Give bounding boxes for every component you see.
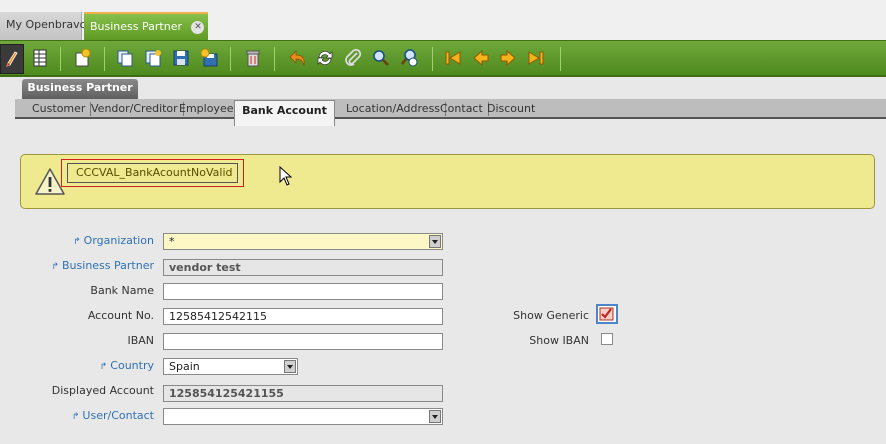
close-icon[interactable]: ✕ [191,20,205,34]
new-record-icon[interactable] [70,46,94,70]
bank-name-label: Bank Name [90,284,154,297]
tab-location-address[interactable]: Location/Address [341,102,447,116]
chevron-down-icon[interactable] [429,235,441,248]
chevron-down-icon[interactable] [284,360,296,373]
country-select[interactable]: Spain [163,358,298,375]
tab-vendor-creditor[interactable]: Vendor/Creditor [86,102,184,116]
toolbar-separator [60,47,61,71]
copy-icon[interactable] [113,46,137,70]
user-contact-select[interactable] [163,408,443,425]
show-generic-label: Show Generic [513,309,589,322]
attachment-icon[interactable] [341,46,365,70]
user-contact-label[interactable]: User/Contact [40,408,154,424]
window-title: Business Partner [22,79,138,99]
tab-label: My Openbravo [6,18,87,31]
last-record-icon[interactable] [524,46,548,70]
iban-field[interactable] [163,333,443,350]
displayed-account-field: 125854125421155 [163,385,443,402]
next-record-icon[interactable] [496,46,520,70]
delete-icon[interactable] [241,46,265,70]
bank-name-field[interactable] [163,283,443,300]
toolbar-separator [104,47,105,71]
save-new-icon[interactable] [197,46,221,70]
toolbar-separator [230,47,231,71]
refresh-icon[interactable] [313,46,337,70]
first-record-icon[interactable] [441,46,465,70]
country-label[interactable]: Country [40,358,154,374]
subtab-bar: Customer Vendor/Creditor Employee Locati… [15,99,886,119]
window-tab-bar: My Openbravo Business Partner ✕ [0,0,886,40]
organization-value: * [169,235,175,248]
bank-account-form: Organization * Business Partner vendor t… [0,225,886,435]
business-partner-label[interactable]: Business Partner [20,258,154,274]
tab-contact[interactable]: Contact [435,102,489,116]
account-no-field[interactable]: 12585412542115 [163,308,443,325]
mouse-cursor-icon [279,165,293,186]
tab-customer[interactable]: Customer [27,102,92,116]
displayed-account-label: Displayed Account [51,384,154,397]
account-no-label: Account No. [87,309,154,322]
search-icon[interactable] [369,46,393,70]
undo-icon[interactable] [285,46,309,70]
country-value: Spain [169,360,200,373]
copy-record-icon[interactable] [141,46,165,70]
tab-my-openbravo[interactable]: My Openbravo [0,12,86,40]
advanced-search-icon[interactable] [397,46,421,70]
toolbar-separator [274,47,275,71]
iban-label: IBAN [127,334,154,347]
tab-business-partner[interactable]: Business Partner ✕ [84,12,208,40]
tab-employee[interactable]: Employee [174,102,240,116]
edit-icon[interactable] [0,44,24,74]
warning-message-text: CCCVAL_BankAcountNoValid [67,163,238,183]
show-generic-checkbox[interactable] [596,304,618,324]
toolbar [0,40,886,77]
tab-label: Business Partner [90,20,182,33]
grid-view-icon[interactable] [28,46,52,70]
toolbar-separator [560,47,561,71]
tab-bank-account[interactable]: Bank Account [234,100,335,126]
save-icon[interactable] [169,46,193,70]
previous-record-icon[interactable] [469,46,493,70]
warning-message-box: CCCVAL_BankAcountNoValid [61,159,244,187]
organization-select[interactable]: * [163,233,443,250]
tab-discount[interactable]: Discount [482,102,540,116]
chevron-down-icon[interactable] [429,410,441,423]
business-partner-field: vendor test [163,259,443,276]
toolbar-separator [432,47,433,71]
organization-label[interactable]: Organization [40,233,154,249]
show-iban-label: Show IBAN [529,334,589,347]
show-iban-checkbox[interactable] [601,333,613,345]
warning-message-bar: CCCVAL_BankAcountNoValid [20,154,875,209]
